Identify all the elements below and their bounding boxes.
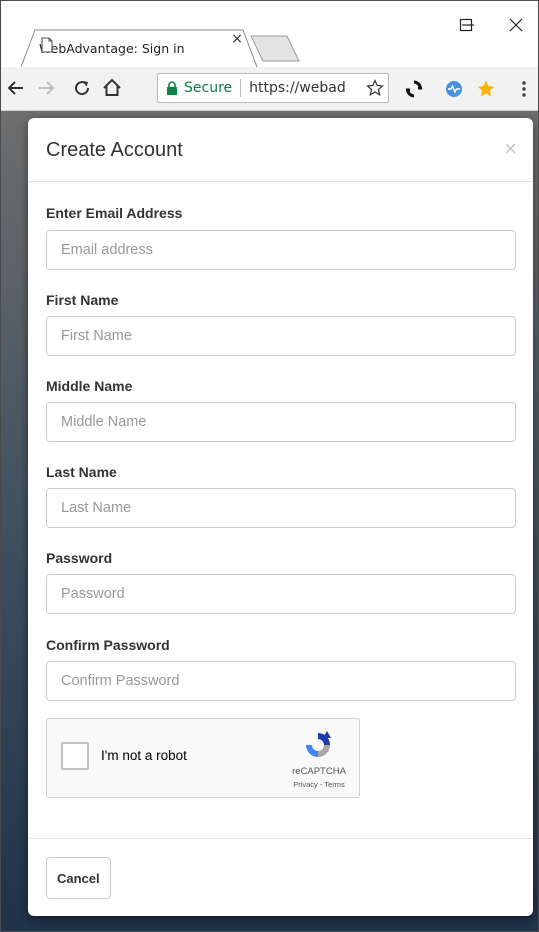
lock-icon — [167, 81, 177, 95]
modal-title: Create Account — [46, 139, 183, 161]
reload-icon[interactable] — [71, 77, 93, 99]
create-account-modal: Create Account × Enter Email Address Fir… — [28, 118, 533, 916]
confirm-password-input[interactable] — [46, 661, 516, 701]
pulse-extension-icon[interactable] — [443, 78, 465, 100]
home-icon[interactable] — [101, 77, 123, 99]
first-name-input[interactable] — [46, 316, 516, 356]
address-separator — [240, 79, 242, 97]
confirm-password-label: Confirm Password — [46, 637, 170, 653]
title-bar: WebAdvantage: Sign in × — [1, 1, 538, 67]
back-arrow-icon[interactable] — [5, 77, 27, 99]
address-bar[interactable]: Secure https://webad — [157, 73, 389, 103]
recaptcha-checkbox[interactable] — [61, 742, 89, 770]
star-extension-icon[interactable] — [475, 78, 497, 100]
recaptcha-widget: I'm not a robot reCAPTCHA Privacy - Term… — [46, 718, 360, 798]
recaptcha-logo-icon — [306, 731, 331, 757]
last-name-label: Last Name — [46, 464, 117, 480]
modal-close-icon[interactable]: × — [504, 136, 517, 162]
url-text[interactable]: https://webad — [249, 80, 346, 96]
recaptcha-privacy-terms[interactable]: Privacy - Terms — [285, 780, 353, 789]
new-tab-button[interactable] — [249, 33, 309, 63]
middle-name-label: Middle Name — [46, 378, 133, 394]
tab-close-icon[interactable]: × — [231, 31, 243, 47]
close-window-icon[interactable] — [501, 13, 531, 37]
tab-title: WebAdvantage: Sign in — [39, 40, 185, 56]
maximize-icon[interactable] — [451, 13, 481, 37]
browser-window: WebAdvantage: Sign in × Secure https://w… — [0, 0, 539, 932]
page-icon — [41, 37, 53, 53]
middle-name-input[interactable] — [46, 402, 516, 442]
recaptcha-brand: reCAPTCHA — [292, 766, 346, 777]
bookmark-star-icon[interactable] — [366, 79, 384, 97]
first-name-label: First Name — [46, 292, 119, 308]
forward-arrow-icon[interactable] — [35, 77, 57, 99]
password-label: Password — [46, 550, 113, 566]
browser-tab[interactable]: WebAdvantage: Sign in × — [21, 29, 258, 67]
recaptcha-label: I'm not a robot — [101, 748, 187, 763]
password-input[interactable] — [46, 574, 516, 614]
sync-extension-icon[interactable] — [403, 78, 425, 100]
secure-label: Secure — [184, 80, 233, 96]
menu-dots-icon[interactable] — [513, 78, 535, 100]
last-name-input[interactable] — [46, 488, 516, 528]
modal-header: Create Account × — [28, 118, 533, 182]
cancel-button[interactable]: Cancel — [46, 857, 111, 899]
email-input[interactable] — [46, 230, 516, 270]
tab-content: WebAdvantage: Sign in — [39, 37, 249, 59]
email-label: Enter Email Address — [46, 205, 183, 221]
modal-footer: Cancel — [28, 838, 533, 916]
browser-toolbar: Secure https://webad — [1, 67, 538, 111]
